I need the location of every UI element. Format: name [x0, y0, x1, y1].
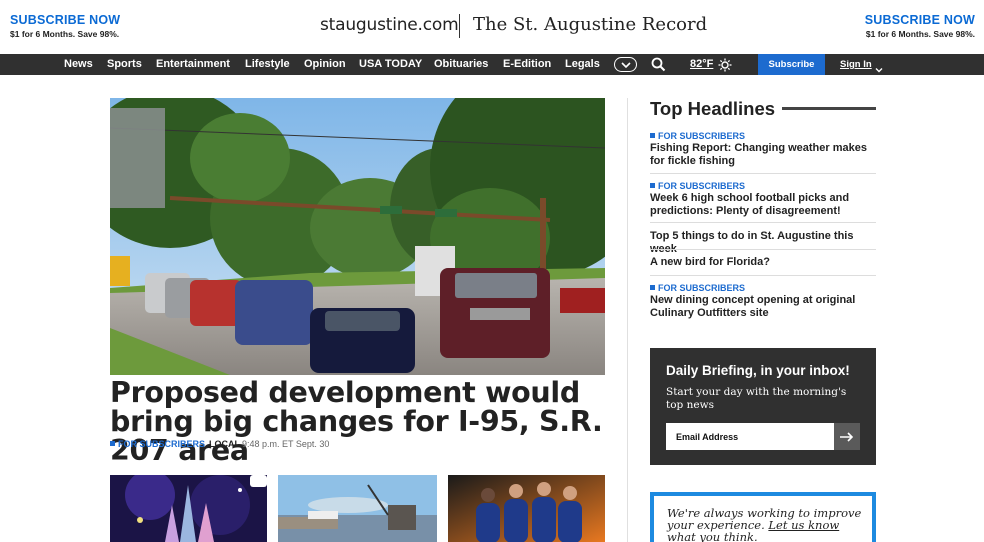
headline-item[interactable]: FOR SUBSCRIBERS Fishing Report: Changing… — [650, 131, 876, 167]
subscriber-square-icon — [650, 285, 655, 290]
headline-item[interactable]: Top 5 things to do in St. Augustine this… — [650, 230, 876, 255]
divider — [650, 249, 876, 250]
subscriber-tag: FOR SUBSCRIBERS — [118, 439, 206, 449]
headline-item[interactable]: A new bird for Florida? — [650, 256, 876, 269]
more-menu-icon[interactable] — [614, 57, 637, 72]
paper-name[interactable]: The St. Augustine Record — [473, 14, 707, 35]
main-nav: News Sports Entertainment Lifestyle Opin… — [0, 54, 984, 75]
hero-headline[interactable]: Proposed development would bring big cha… — [110, 378, 605, 465]
subscriber-square-icon — [650, 133, 655, 138]
nav-item-usa-today[interactable]: USA TODAY — [359, 54, 422, 75]
nav-item-obituaries[interactable]: Obituaries — [434, 54, 488, 75]
newsletter-submit-button[interactable] — [834, 423, 860, 450]
logo-divider — [459, 14, 460, 38]
story-thumbnail[interactable] — [448, 475, 605, 542]
subscribe-promo-offer: $1 for 6 Months. Save 98%. — [865, 29, 975, 39]
divider — [650, 173, 876, 174]
email-field[interactable] — [666, 423, 834, 450]
subscribe-promo-left[interactable]: SUBSCRIBE NOW $1 for 6 Months. Save 98%. — [10, 13, 120, 39]
top-headlines-title: Top Headlines — [650, 98, 776, 119]
story-thumbnail[interactable] — [110, 475, 267, 542]
subscriber-square-icon — [110, 441, 115, 446]
section-label[interactable]: LOCAL — [209, 439, 240, 449]
subscriber-tag: FOR SUBSCRIBERS — [650, 283, 876, 294]
headline-text: New dining concept opening at original C… — [650, 294, 856, 319]
subscribe-promo-right[interactable]: SUBSCRIBE NOW $1 for 6 Months. Save 98%. — [865, 13, 975, 39]
subscriber-square-icon — [650, 183, 655, 188]
nav-item-legals[interactable]: Legals — [565, 54, 600, 75]
story-thumbnail[interactable] — [278, 475, 437, 542]
arrow-right-icon — [840, 431, 854, 442]
nav-item-lifestyle[interactable]: Lifestyle — [245, 54, 290, 75]
masthead: SUBSCRIBE NOW $1 for 6 Months. Save 98%.… — [0, 0, 984, 54]
nav-item-opinion[interactable]: Opinion — [304, 54, 346, 75]
subscribe-button[interactable]: Subscribe — [758, 54, 825, 75]
nav-item-sports[interactable]: Sports — [107, 54, 142, 75]
newsletter-signup: Daily Briefing, in your inbox! Start you… — [650, 348, 876, 465]
weather-temperature[interactable]: 82°F — [690, 54, 713, 75]
headline-item[interactable]: FOR SUBSCRIBERS Week 6 high school footb… — [650, 181, 876, 217]
sign-in-link[interactable]: Sign In — [840, 54, 872, 75]
chevron-down-icon[interactable] — [875, 61, 883, 73]
headline-text: Week 6 high school football picks and pr… — [650, 192, 850, 217]
hero-image[interactable] — [110, 98, 605, 375]
site-logo[interactable]: staugustine.com — [320, 15, 459, 35]
title-rule — [782, 107, 876, 110]
nav-item-entertainment[interactable]: Entertainment — [156, 54, 230, 75]
subscribe-promo-title: SUBSCRIBE NOW — [10, 13, 121, 27]
headline-text: Top 5 things to do in St. Augustine this… — [650, 230, 854, 255]
search-icon[interactable] — [651, 57, 666, 72]
subscriber-tag: FOR SUBSCRIBERS — [650, 131, 876, 142]
feedback-text: We're always working to improve your exp… — [667, 506, 862, 542]
divider — [650, 222, 876, 223]
column-divider — [627, 98, 628, 542]
headline-text: Fishing Report: Changing weather makes f… — [650, 142, 867, 167]
feedback-box: We're always working to improve your exp… — [650, 492, 876, 542]
headline-item[interactable]: FOR SUBSCRIBERS New dining concept openi… — [650, 283, 876, 319]
newsletter-description: Start your day with the morning's top ne… — [666, 386, 847, 411]
subscribe-promo-offer: $1 for 6 Months. Save 98%. — [10, 29, 120, 39]
nav-item-e-edition[interactable]: E-Edition — [503, 54, 551, 75]
divider — [650, 275, 876, 276]
hero-meta: FOR SUBSCRIBERS LOCAL 9:48 p.m. ET Sept. 3… — [110, 439, 329, 451]
timestamp: 9:48 p.m. ET Sept. 30 — [242, 439, 330, 449]
subscribe-promo-title: SUBSCRIBE NOW — [864, 13, 975, 27]
subscriber-tag: FOR SUBSCRIBERS — [650, 181, 876, 192]
nav-item-news[interactable]: News — [64, 54, 93, 75]
headline-text: A new bird for Florida? — [650, 256, 770, 268]
newsletter-title: Daily Briefing, in your inbox! — [666, 363, 850, 378]
sun-icon — [718, 58, 732, 72]
